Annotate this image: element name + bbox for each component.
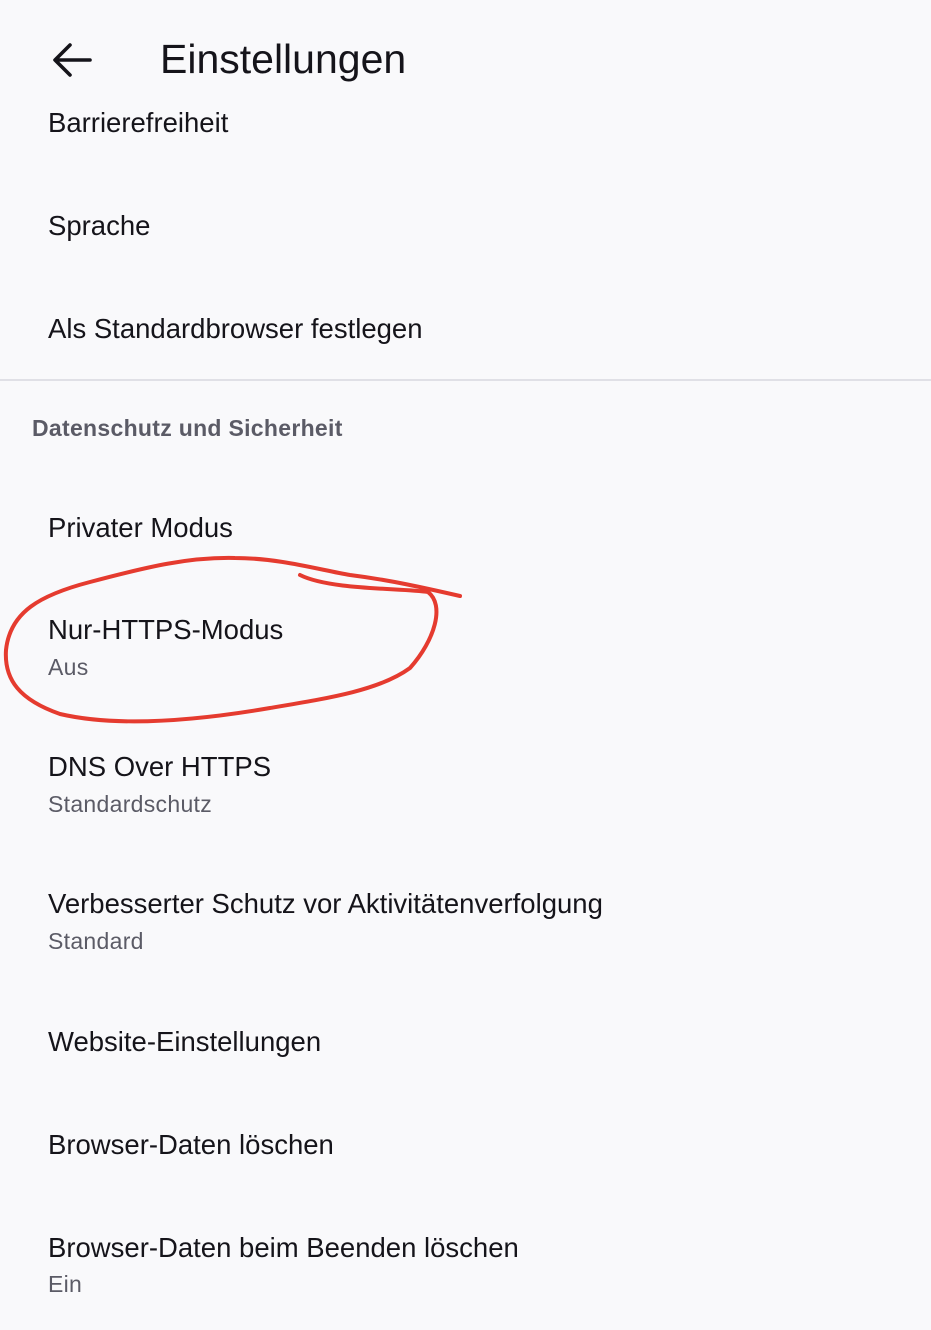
setting-item-title: Nur-HTTPS-Modus bbox=[48, 614, 284, 645]
setting-item-summary: Standard bbox=[48, 928, 144, 954]
setting-item-title: Browser-Daten beim Beenden löschen bbox=[48, 1232, 519, 1263]
setting-item-title: DNS Over HTTPS bbox=[48, 751, 272, 782]
setting-item-delete-browsing-data[interactable]: Browser-Daten löschen bbox=[0, 1100, 931, 1190]
setting-item-title: Sprache bbox=[48, 210, 151, 241]
setting-item-private-mode[interactable]: Privater Modus bbox=[0, 480, 931, 580]
toolbar: Einstellungen bbox=[0, 0, 931, 110]
settings-screen: Einstellungen Barrierefreiheit Sprache A… bbox=[0, 0, 931, 1330]
setting-item-summary: Standardschutz bbox=[48, 791, 213, 817]
setting-item-title: Verbesserter Schutz vor Aktivitätenverfo… bbox=[48, 888, 603, 919]
setting-item-accessibility[interactable]: Barrierefreiheit bbox=[0, 100, 931, 160]
back-button[interactable] bbox=[40, 28, 104, 92]
setting-item-title: Privater Modus bbox=[48, 512, 233, 543]
setting-item-title: Barrierefreiheit bbox=[48, 107, 229, 138]
setting-item-site-settings[interactable]: Website-Einstellungen bbox=[0, 1000, 931, 1090]
setting-item-summary: Ein bbox=[48, 1271, 83, 1297]
setting-item-delete-data-on-quit[interactable]: Browser-Daten beim Beenden löschen Ein bbox=[0, 1206, 931, 1326]
page-title: Einstellungen bbox=[160, 36, 407, 82]
section-header-privacy: Datenschutz und Sicherheit bbox=[32, 415, 343, 441]
setting-item-title: Website-Einstellungen bbox=[48, 1026, 322, 1057]
section-divider bbox=[0, 379, 931, 381]
arrow-left-icon bbox=[53, 43, 92, 77]
setting-item-language[interactable]: Sprache bbox=[0, 190, 931, 270]
setting-item-dns-over-https[interactable]: DNS Over HTTPS Standardschutz bbox=[0, 727, 931, 847]
setting-item-tracking-protection[interactable]: Verbesserter Schutz vor Aktivitätenverfo… bbox=[0, 864, 931, 984]
setting-item-summary: Aus bbox=[48, 654, 89, 680]
setting-item-set-default-browser[interactable]: Als Standardbrowser festlegen bbox=[0, 290, 931, 370]
setting-item-title: Browser-Daten löschen bbox=[48, 1129, 334, 1160]
setting-item-https-only-mode[interactable]: Nur-HTTPS-Modus Aus bbox=[0, 590, 931, 710]
setting-item-title: Als Standardbrowser festlegen bbox=[48, 313, 423, 344]
